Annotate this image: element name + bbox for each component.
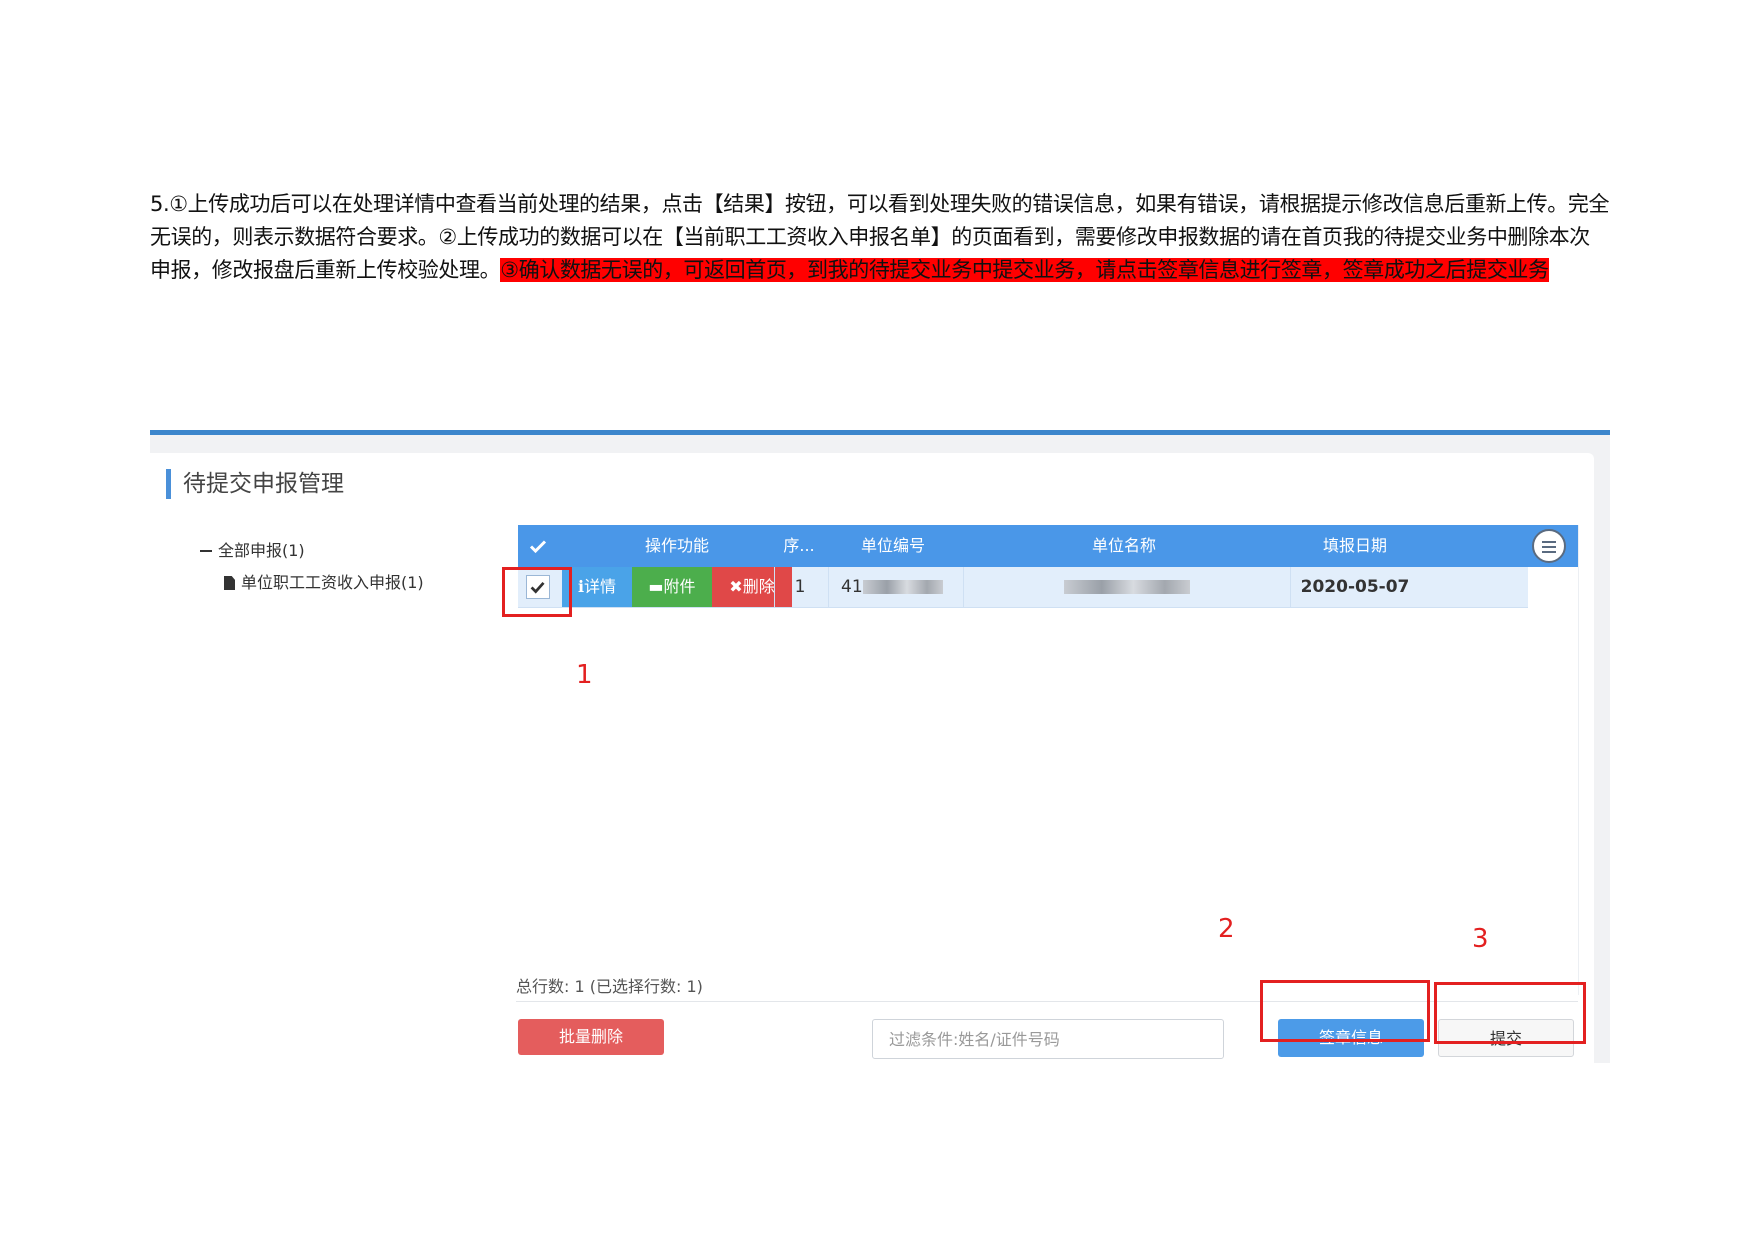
column-menu-button[interactable] — [1532, 529, 1566, 563]
detail-label: 详情 — [584, 577, 617, 596]
annotation-box-1 — [502, 567, 572, 617]
cell-unit-code-text: 41 — [841, 577, 863, 597]
content-card: 待提交申报管理 全部申报(1) 单位职工工资收入申报(1) 操作功能 序... … — [150, 453, 1594, 1063]
category-tree: 全部申报(1) 单位职工工资收入申报(1) — [200, 535, 424, 599]
detail-button[interactable]: ℹ详情 — [562, 567, 632, 607]
instruction-paragraph: 5.①上传成功后可以在处理详情中查看当前处理的结果，点击【结果】按钮，可以看到处… — [150, 188, 1610, 287]
tree-node-salary-report[interactable]: 单位职工工资收入申报(1) — [200, 567, 424, 599]
select-all-checkbox[interactable] — [518, 525, 558, 567]
tree-node-all[interactable]: 全部申报(1) — [200, 535, 424, 567]
attachment-label: 附件 — [663, 577, 696, 596]
table-header: 操作功能 序... 单位编号 单位名称 填报日期 — [518, 525, 1578, 567]
annotation-label-3: 3 — [1472, 924, 1489, 954]
column-header-actions[interactable]: 操作功能 — [562, 525, 792, 567]
annotation-label-1: 1 — [576, 660, 593, 690]
filter-input[interactable] — [872, 1019, 1224, 1059]
tree-node-all-label: 全部申报(1) — [218, 541, 305, 560]
data-grid: 操作功能 序... 单位编号 单位名称 填报日期 ℹ详情 ▬附件 ✖删除 1 4… — [518, 525, 1579, 995]
redacted-mask — [862, 580, 943, 594]
cell-date: 2020-05-07 — [1300, 577, 1410, 597]
column-header-unit-name[interactable]: 单位名称 — [962, 525, 1286, 567]
cell-seq: 1 — [774, 567, 825, 607]
tree-node-salary-label: 单位职工工资收入申报(1) — [241, 573, 424, 592]
collapse-icon[interactable] — [200, 550, 212, 552]
column-header-seq[interactable]: 序... — [774, 525, 824, 567]
annotation-box-3 — [1434, 982, 1586, 1044]
check-icon — [529, 540, 547, 554]
screenshot-frame: 待提交申报管理 全部申报(1) 单位职工工资收入申报(1) 操作功能 序... … — [150, 430, 1610, 1063]
file-icon — [224, 576, 235, 590]
cell-unit-code: 41 — [828, 567, 964, 607]
batch-delete-button[interactable]: 批量删除 — [518, 1019, 664, 1055]
attachment-button[interactable]: ▬附件 — [632, 567, 712, 607]
page-title: 待提交申报管理 — [166, 469, 344, 499]
annotation-box-2 — [1260, 980, 1430, 1042]
folder-icon: ▬ — [648, 577, 664, 596]
annotation-label-2: 2 — [1218, 914, 1235, 944]
column-header-date[interactable]: 填报日期 — [1290, 525, 1420, 567]
column-header-unit-code[interactable]: 单位编号 — [828, 525, 958, 567]
instruction-highlight: ③确认数据无误的，可返回首页，到我的待提交业务中提交业务，请点击签章信息进行签章… — [500, 258, 1549, 282]
cell-unit-name — [964, 567, 1291, 607]
redacted-mask — [1064, 580, 1190, 594]
row-count-text: 总行数: 1 (已选择行数: 1) — [516, 977, 703, 996]
table-row[interactable]: ℹ详情 ▬附件 ✖删除 1 41 2020-05-07 — [518, 567, 1528, 608]
delete-label: 删除 — [742, 577, 775, 596]
close-icon: ✖ — [729, 577, 743, 596]
